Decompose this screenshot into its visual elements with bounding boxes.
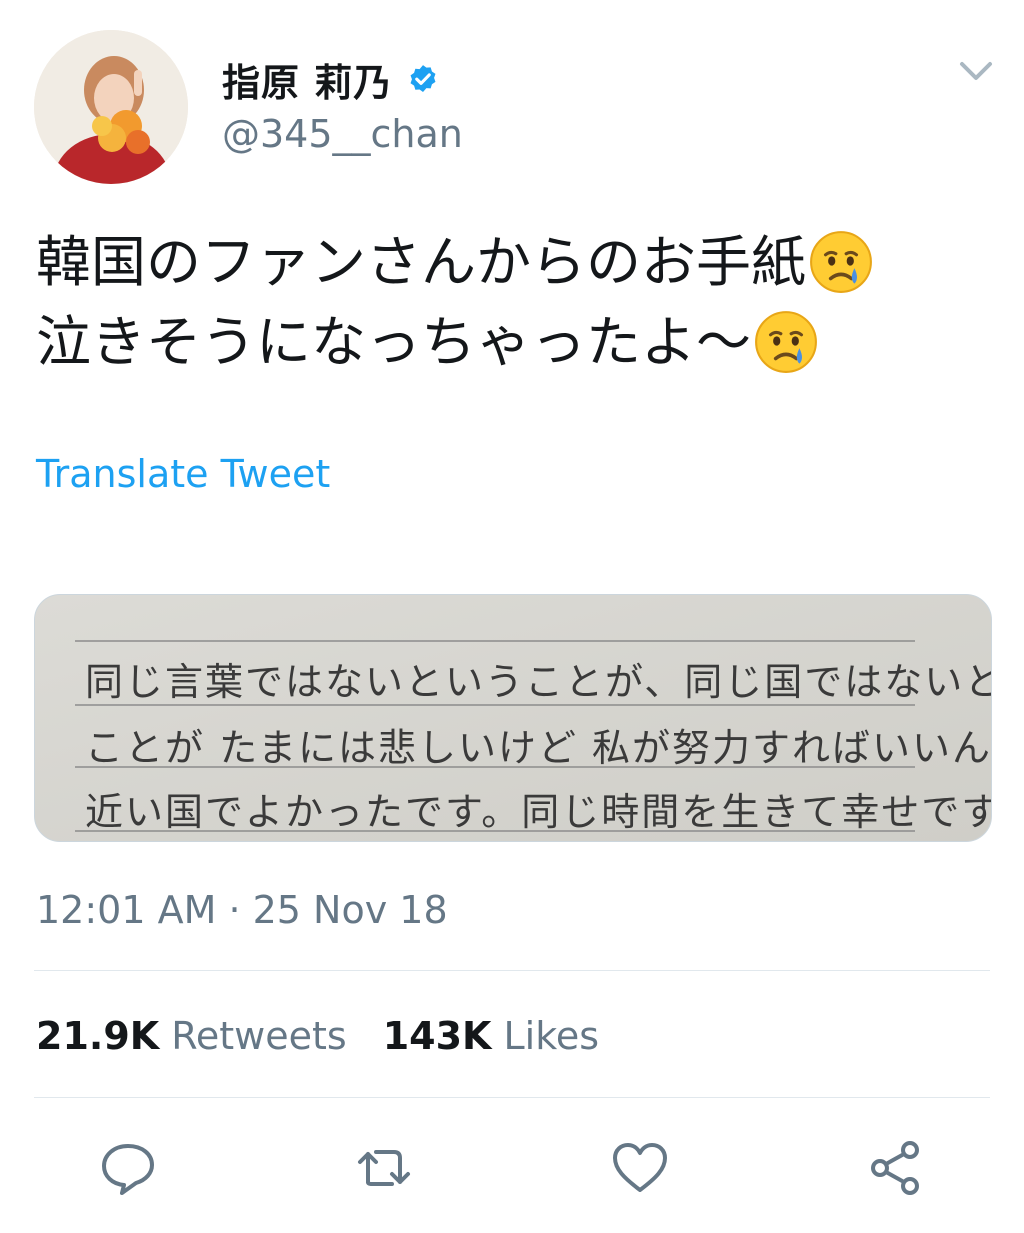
share-icon — [871, 1141, 919, 1195]
crying-face-emoji-icon — [810, 231, 872, 293]
tweet-media-image[interactable]: 同じ言葉ではないということが、同じ国ではないという ことが たまには悲しいけど … — [34, 594, 992, 842]
tweet-text-line: 泣きそうになっちゃったよ〜 — [36, 302, 996, 382]
likes-count: 143K — [382, 1014, 492, 1058]
likes-stat[interactable]: 143K Likes — [383, 1014, 599, 1058]
retweet-icon — [358, 1150, 410, 1186]
tweet-timestamp[interactable]: 12:01 AM · 25 Nov 18 — [36, 888, 448, 932]
letter-line: 近い国でよかったです。同じ時間を生きて幸せです。 — [85, 790, 992, 834]
tweet-actions-bar — [0, 1138, 1024, 1198]
reply-icon — [102, 1144, 154, 1195]
reply-button[interactable] — [98, 1138, 158, 1198]
heart-icon — [613, 1143, 667, 1192]
author-name-row[interactable]: 指原 莉乃 — [222, 52, 440, 107]
letter-line: ことが たまには悲しいけど 私が努力すればいいんですがら。 — [85, 726, 991, 770]
user-handle[interactable]: @345__chan — [222, 112, 463, 156]
translate-tweet-link[interactable]: Translate Tweet — [36, 452, 330, 496]
tweet-text-line-1: 韓国のファンさんからのお手紙 — [36, 230, 807, 294]
retweets-label: Retweets — [171, 1014, 347, 1058]
letter-line: 同じ言葉ではないということが、同じ国ではないという — [85, 660, 992, 704]
avatar[interactable] — [34, 30, 188, 184]
more-options-button[interactable] — [956, 56, 996, 86]
avatar-photo — [34, 30, 188, 184]
divider — [34, 1097, 990, 1098]
retweets-count: 21.9K — [36, 1014, 160, 1058]
likes-label: Likes — [503, 1014, 600, 1058]
tweet-text-line: 韓国のファンさんからのお手紙 — [36, 222, 996, 302]
tweet-text-line-2: 泣きそうになっちゃったよ〜 — [36, 310, 752, 374]
display-name[interactable]: 指原 莉乃 — [222, 52, 392, 107]
tweet-stats: 21.9K Retweets 143K Likes — [36, 1014, 599, 1058]
divider — [34, 970, 990, 971]
retweets-stat[interactable]: 21.9K Retweets — [36, 1014, 347, 1058]
verified-badge-icon — [410, 64, 436, 92]
chevron-down-icon — [960, 62, 992, 80]
like-button[interactable] — [610, 1138, 670, 1198]
retweet-button[interactable] — [354, 1138, 414, 1198]
share-button[interactable] — [866, 1138, 926, 1198]
crying-face-emoji-icon — [755, 311, 817, 373]
tweet-text: 韓国のファンさんからのお手紙 泣きそうになっちゃったよ〜 — [36, 222, 996, 382]
